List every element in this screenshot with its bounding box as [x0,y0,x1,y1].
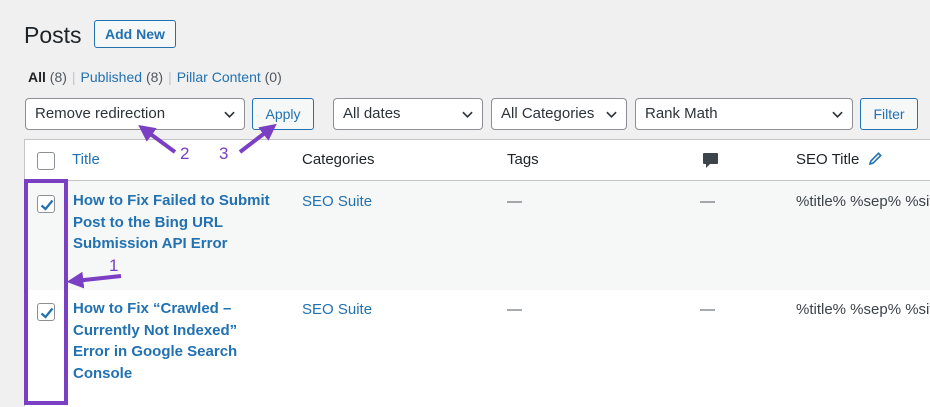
row-checkbox[interactable] [37,195,55,213]
post-title-link[interactable]: How to Fix Failed to Submit Post to the … [73,190,288,255]
chevron-down-icon [606,111,617,118]
apply-button[interactable]: Apply [252,98,314,130]
column-seo-title: SEO Title [796,151,883,168]
annotation-label-1: 1 [109,256,119,275]
view-published[interactable]: Published (8) [81,69,164,85]
posts-table: Title Categories Tags SEO Title How to F… [24,139,930,407]
table-row: How to Fix Failed to Submit Post to the … [25,181,930,290]
seo-filter-select[interactable]: Rank Math [635,98,853,130]
column-title[interactable]: Title [72,151,100,168]
view-filters: All (8) | Published (8) | Pillar Content (0) [28,69,282,85]
view-pillar-content[interactable]: Pillar Content (0) [177,69,282,85]
post-tags: — [507,301,522,318]
select-all-checkbox[interactable] [37,152,55,170]
chevron-down-icon [832,111,843,118]
date-filter-select[interactable]: All dates [333,98,483,130]
checkmark-icon [40,199,54,211]
view-all[interactable]: All (8) [28,69,67,85]
post-category-link[interactable]: SEO Suite [302,193,372,210]
annotation-label-3: 3 [219,144,229,163]
chevron-down-icon [462,111,473,118]
table-header: Title Categories Tags SEO Title [25,140,930,181]
post-comments: — [700,193,715,210]
category-filter-select[interactable]: All Categories [491,98,627,130]
table-row: How to Fix “Crawled – Currently Not Inde… [25,290,930,407]
checkmark-icon [40,307,54,319]
filter-button[interactable]: Filter [860,98,918,130]
chevron-down-icon [224,111,235,118]
post-tags: — [507,193,522,210]
post-title-link[interactable]: How to Fix “Crawled – Currently Not Inde… [73,298,288,384]
post-seo-title: %title% %sep% %site [796,301,930,318]
column-categories: Categories [302,151,375,168]
pencil-icon[interactable] [868,151,883,166]
post-comments: — [700,301,715,318]
post-seo-title: %title% %sep% %site [796,193,930,210]
annotation-label-2: 2 [180,144,190,163]
bulk-action-select[interactable]: Remove redirection [25,98,245,130]
column-tags: Tags [507,151,539,168]
post-category-link[interactable]: SEO Suite [302,301,372,318]
page-title: Posts [24,22,82,48]
comment-bubble-icon[interactable] [702,152,719,170]
add-new-button[interactable]: Add New [94,20,176,48]
row-checkbox[interactable] [37,303,55,321]
